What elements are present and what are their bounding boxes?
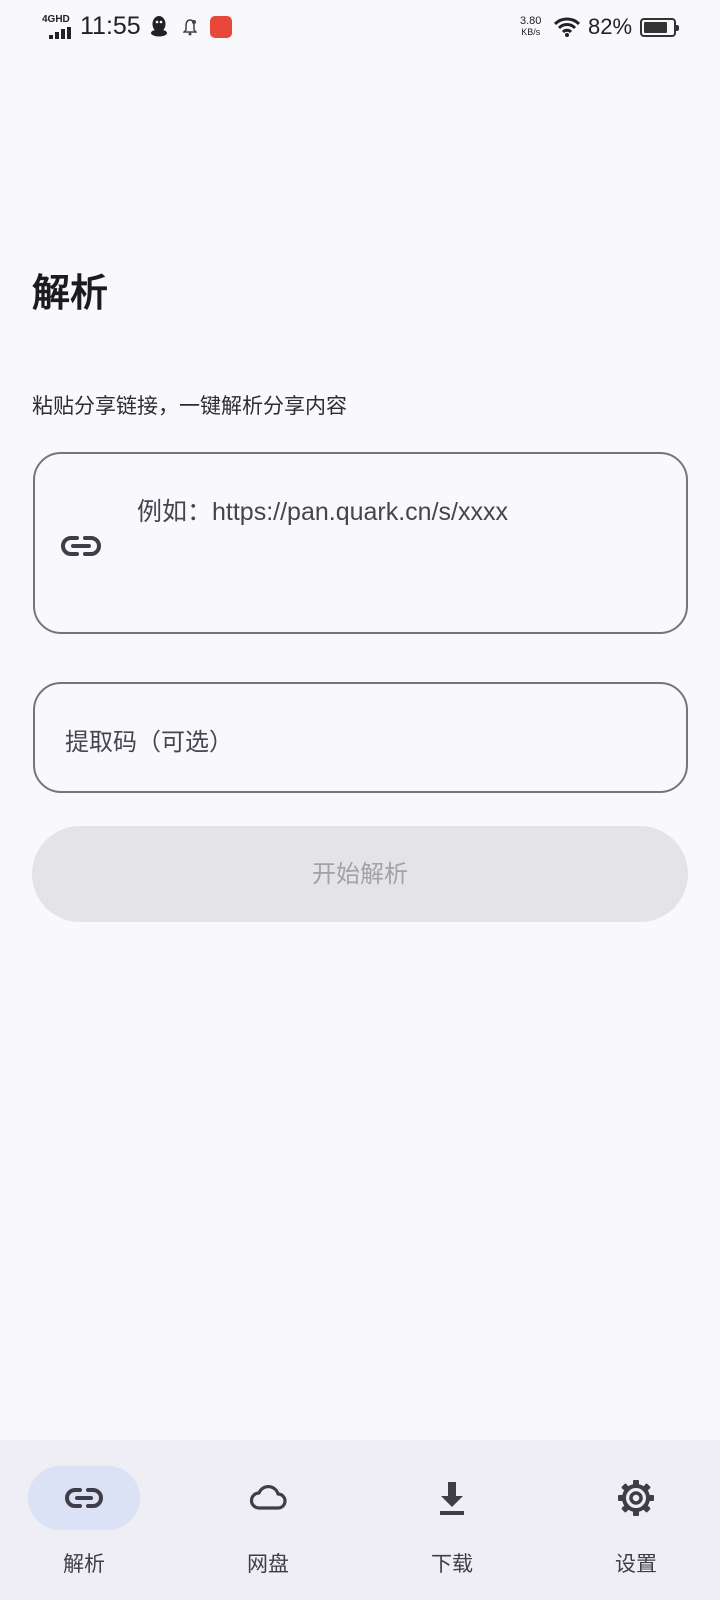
nav-label-settings: 设置 bbox=[615, 1552, 657, 1576]
network-speed-unit: KB/s bbox=[521, 27, 541, 37]
extraction-code-placeholder: 提取码（可选） bbox=[65, 728, 233, 756]
signal-icon bbox=[49, 27, 71, 39]
page-title: 解析 bbox=[32, 271, 109, 315]
nav-label-cloud: 网盘 bbox=[247, 1552, 289, 1576]
network-speed-value: 3.80 bbox=[520, 15, 542, 27]
network-type: 4GHD bbox=[42, 14, 70, 25]
status-bar: 4GHD 11:55 3.80 KB/s 82% bbox=[0, 0, 720, 58]
battery-percent: 82% bbox=[588, 14, 633, 39]
share-link-placeholder: 例如：https://pan.quark.cn/s/xxxx bbox=[137, 498, 508, 526]
battery-icon bbox=[640, 18, 679, 37]
network-speed: 3.80 KB/s bbox=[520, 16, 541, 38]
app-notification-icon bbox=[210, 16, 232, 38]
wifi-icon bbox=[554, 17, 580, 37]
battery-tip bbox=[676, 25, 679, 31]
qq-icon bbox=[151, 16, 167, 37]
link-icon bbox=[65, 1488, 103, 1508]
gear-icon bbox=[618, 1480, 654, 1516]
nav-label-parse: 解析 bbox=[63, 1552, 105, 1576]
notification-bell-icon bbox=[183, 19, 197, 36]
clock: 11:55 bbox=[80, 12, 141, 40]
battery-level bbox=[644, 22, 667, 33]
share-link-input[interactable]: 例如：https://pan.quark.cn/s/xxxx bbox=[33, 452, 688, 634]
page-subtitle: 粘贴分享链接，一键解析分享内容 bbox=[32, 394, 347, 418]
screen: 4GHD 11:55 3.80 KB/s 82% 解析 粘贴分享链接，一键解析分… bbox=[0, 0, 720, 1600]
nav-item-cloud[interactable]: 网盘 bbox=[184, 1440, 364, 1600]
download-icon bbox=[440, 1482, 464, 1515]
nav-item-download[interactable]: 下载 bbox=[368, 1440, 548, 1600]
link-icon bbox=[61, 536, 101, 556]
bottom-nav: 解析 网盘 下载 设置 bbox=[0, 1440, 720, 1600]
start-parse-button[interactable]: 开始解析 bbox=[32, 826, 688, 922]
nav-label-download: 下载 bbox=[431, 1552, 473, 1576]
nav-item-parse[interactable]: 解析 bbox=[0, 1440, 180, 1600]
cloud-icon bbox=[249, 1484, 287, 1510]
nav-item-settings[interactable]: 设置 bbox=[552, 1440, 720, 1600]
extraction-code-input[interactable]: 提取码（可选） bbox=[33, 682, 688, 793]
